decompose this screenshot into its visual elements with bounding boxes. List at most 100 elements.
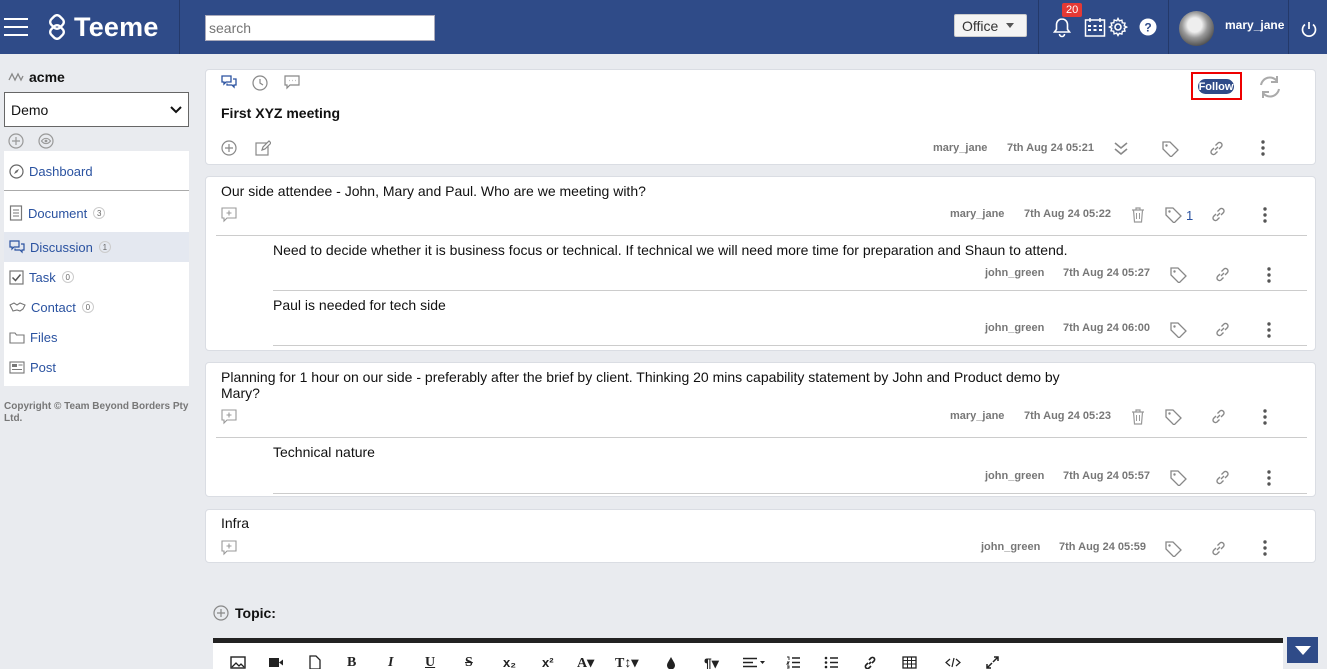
link-icon[interactable]: [863, 656, 877, 669]
sidebar-item-contact[interactable]: Contact 0: [4, 292, 189, 322]
username-label[interactable]: mary_jane: [1225, 18, 1284, 32]
compass-icon: [9, 163, 24, 179]
sidebar-item-label: Document: [28, 205, 88, 221]
org-name[interactable]: acme: [8, 69, 65, 85]
add-circle-icon[interactable]: [221, 140, 237, 156]
font-color-button[interactable]: A▾: [577, 655, 594, 669]
more-vertical-icon[interactable]: [1267, 322, 1271, 338]
tag-icon[interactable]: [1165, 409, 1182, 425]
link-icon[interactable]: [1210, 540, 1227, 557]
reply-icon[interactable]: [221, 409, 237, 425]
topic-timestamp: 7th Aug 24 05:21: [1007, 142, 1095, 154]
ordered-list-icon[interactable]: [786, 656, 801, 669]
search-input[interactable]: [205, 15, 435, 41]
svg-text:?: ?: [1144, 21, 1151, 35]
topic-label-text: Topic:: [235, 605, 276, 621]
nav-divider: [4, 190, 189, 191]
app-logo[interactable]: Teeme: [44, 12, 159, 43]
superscript-button[interactable]: x²: [542, 655, 554, 669]
bullet-list-icon[interactable]: [824, 656, 839, 669]
new-topic-label[interactable]: Topic:: [213, 605, 276, 621]
add-circle-icon[interactable]: [8, 133, 24, 149]
tag-icon[interactable]: [1165, 207, 1182, 223]
user-avatar[interactable]: [1179, 11, 1214, 46]
sidebar-item-dashboard[interactable]: Dashboard: [4, 156, 189, 186]
tag-icon[interactable]: [1170, 470, 1187, 486]
edit-icon[interactable]: [255, 140, 271, 156]
workspace-select[interactable]: Demo: [4, 92, 189, 127]
tag-count[interactable]: 1: [1186, 208, 1193, 223]
table-icon[interactable]: [902, 656, 917, 669]
sidebar-item-post[interactable]: Post: [4, 352, 189, 382]
help-icon[interactable]: ?: [1139, 18, 1157, 36]
bold-button[interactable]: B: [347, 655, 356, 669]
more-vertical-icon[interactable]: [1263, 409, 1267, 425]
link-icon[interactable]: [1210, 408, 1227, 425]
sidebar-item-discussion[interactable]: Discussion 1: [4, 232, 189, 262]
reply-icon[interactable]: [221, 207, 237, 223]
tag-icon[interactable]: [1165, 541, 1182, 557]
reply-icon[interactable]: [221, 540, 237, 556]
post-text: Planning for 1 hour on our side - prefer…: [221, 369, 1060, 401]
fullscreen-icon[interactable]: [986, 656, 999, 669]
clock-icon[interactable]: [252, 75, 268, 91]
sidebar-item-count: 1: [98, 241, 111, 253]
sidebar-item-count: 0: [61, 271, 74, 283]
chevron-double-down-icon[interactable]: [1113, 140, 1129, 157]
discussion-icon[interactable]: [221, 75, 237, 90]
file-icon[interactable]: [309, 655, 321, 669]
calendar-icon[interactable]: [1084, 17, 1106, 38]
sidebar-item-label: Contact: [31, 299, 76, 315]
link-icon[interactable]: [1210, 206, 1227, 223]
tag-icon[interactable]: [1170, 322, 1187, 338]
power-icon[interactable]: [1300, 20, 1318, 38]
link-icon[interactable]: [1214, 321, 1231, 338]
refresh-icon[interactable]: [1257, 75, 1283, 99]
tag-icon[interactable]: [1170, 267, 1187, 283]
italic-button[interactable]: I: [388, 655, 393, 669]
post-card: Planning for 1 hour on our side - prefer…: [205, 362, 1316, 497]
video-icon[interactable]: [268, 657, 284, 668]
trash-icon[interactable]: [1131, 207, 1145, 223]
strikethrough-button[interactable]: S: [465, 655, 473, 669]
more-vertical-icon[interactable]: [1263, 207, 1267, 223]
editor-toolbar: B I U S x₂ x² A▾ T↕▾ ¶▾: [213, 638, 1283, 669]
menu-icon[interactable]: [4, 0, 34, 54]
office-dropdown[interactable]: Office: [954, 14, 1027, 37]
font-size-button[interactable]: T↕▾: [615, 655, 638, 669]
code-view-icon[interactable]: [945, 657, 961, 668]
sidebar-item-label: Task: [29, 269, 56, 285]
topic-card: First XYZ meeting Follow mary_jane 7th A…: [205, 69, 1316, 165]
subscript-button[interactable]: x₂: [503, 655, 516, 669]
gear-icon[interactable]: [1108, 17, 1128, 37]
underline-button[interactable]: U: [425, 655, 435, 669]
sidebar-item-label: Discussion: [30, 239, 93, 255]
sidebar-nav: Dashboard Document 3 Discussion 1 Task 0…: [4, 151, 189, 386]
comment-icon[interactable]: [284, 75, 300, 90]
post-icon: [9, 360, 25, 374]
more-vertical-icon[interactable]: [1267, 470, 1271, 486]
image-icon[interactable]: [230, 656, 246, 669]
collapse-editor-button[interactable]: [1287, 637, 1318, 663]
sidebar-item-document[interactable]: Document 3: [4, 198, 189, 228]
eye-circle-icon[interactable]: [38, 133, 54, 149]
office-label: Office: [962, 17, 999, 34]
tag-icon[interactable]: [1162, 141, 1179, 157]
divider: [273, 345, 1307, 346]
link-icon[interactable]: [1208, 140, 1225, 157]
post-text: Infra: [221, 515, 250, 531]
link-icon[interactable]: [1214, 469, 1231, 486]
bell-icon[interactable]: [1052, 17, 1072, 38]
sidebar-item-task[interactable]: Task 0: [4, 262, 189, 292]
more-vertical-icon[interactable]: [1261, 140, 1265, 156]
more-vertical-icon[interactable]: [1263, 540, 1267, 556]
ink-drop-icon[interactable]: [666, 656, 676, 669]
paragraph-button[interactable]: ¶▾: [704, 655, 719, 669]
divider: [273, 493, 1307, 494]
follow-button[interactable]: Follow: [1198, 79, 1234, 94]
more-vertical-icon[interactable]: [1267, 267, 1271, 283]
link-icon[interactable]: [1214, 266, 1231, 283]
sidebar-item-files[interactable]: Files: [4, 322, 189, 352]
align-icon[interactable]: [742, 657, 766, 668]
trash-icon[interactable]: [1131, 409, 1145, 425]
